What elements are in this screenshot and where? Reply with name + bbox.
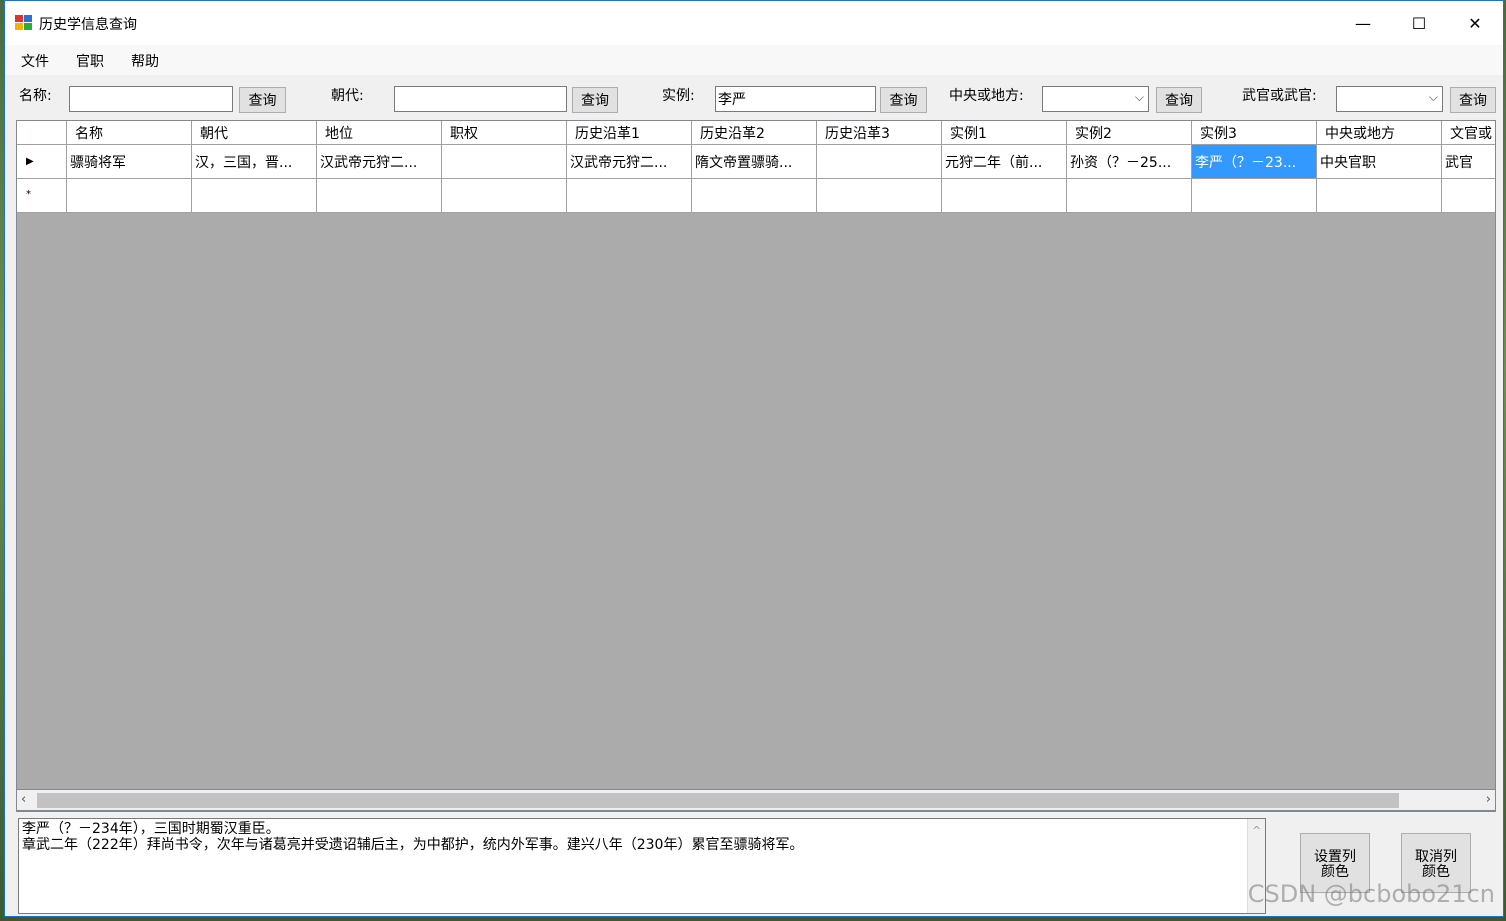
column-header[interactable]: 地位 [317, 121, 442, 145]
table-cell[interactable] [1192, 179, 1317, 213]
table-cell[interactable]: 汉武帝元狩二... [567, 145, 692, 179]
table-cell[interactable]: 中央官职 [1317, 145, 1442, 179]
table-cell[interactable]: 孙资（？－25... [1067, 145, 1192, 179]
new-row[interactable]: * [17, 179, 1495, 213]
column-header[interactable]: 实例1 [942, 121, 1067, 145]
app-icon [15, 15, 33, 31]
grid-header: 名称 朝代 地位 职权 历史沿革1 历史沿革2 历史沿革3 实例1 实例2 实例… [17, 121, 1495, 145]
minimize-button[interactable]: — [1335, 1, 1391, 45]
detail-line-1: 李严（？－234年），三国时期蜀汉重臣。 [22, 821, 280, 837]
column-header[interactable]: 实例3 [1192, 121, 1317, 145]
row-header[interactable]: * [17, 179, 67, 213]
table-cell[interactable] [67, 179, 192, 213]
chevron-down-icon: ⌵ [1134, 90, 1144, 104]
table-cell[interactable] [317, 179, 442, 213]
name-query-button[interactable]: 查询 [239, 87, 286, 113]
column-header[interactable]: 名称 [67, 121, 192, 145]
table-cell[interactable]: 骠骑将军 [67, 145, 192, 179]
table-cell[interactable] [817, 179, 942, 213]
military-query-button[interactable]: 查询 [1450, 87, 1496, 113]
main-window: 历史学信息查询 — ☐ ✕ 文件 官职 帮助 名称: 查询 朝代: 查询 实例:… [4, 0, 1504, 917]
central-select[interactable]: ⌵ [1042, 86, 1149, 112]
table-cell[interactable] [942, 179, 1067, 213]
chevron-down-icon: ⌵ [1428, 90, 1438, 104]
table-cell[interactable] [817, 145, 942, 179]
row-header-corner [17, 121, 67, 145]
table-cell[interactable] [692, 179, 817, 213]
table-cell[interactable] [442, 145, 567, 179]
column-header[interactable]: 历史沿革1 [567, 121, 692, 145]
new-row-icon: * [26, 189, 31, 200]
detail-line-2: 章武二年（222年）拜尚书令，次年与诸葛亮并受遗诏辅后主，为中都护，统内外军事。… [22, 837, 804, 853]
dynasty-label: 朝代: [331, 88, 364, 104]
table-cell[interactable]: 汉，三国，晋... [192, 145, 317, 179]
dynasty-input[interactable] [394, 86, 567, 112]
row-header[interactable]: ▶ [17, 145, 67, 179]
military-label: 武官或武官: [1242, 88, 1317, 104]
table-row[interactable]: ▶ 骠骑将军 汉，三国，晋... 汉武帝元狩二... 汉武帝元狩二... 隋文帝… [17, 145, 1495, 179]
scroll-up-icon[interactable]: ^ [1252, 823, 1261, 839]
table-cell[interactable]: 武官 [1442, 145, 1495, 179]
military-select[interactable]: ⌵ [1336, 86, 1443, 112]
column-header[interactable]: 中央或地方 [1317, 121, 1442, 145]
maximize-button[interactable]: ☐ [1391, 1, 1447, 45]
scroll-left-icon[interactable]: ‹ [21, 792, 26, 807]
example-label: 实例: [662, 88, 695, 104]
scroll-right-icon[interactable]: › [1486, 792, 1491, 807]
table-cell[interactable] [442, 179, 567, 213]
column-header[interactable]: 职权 [442, 121, 567, 145]
watermark: CSDN @bcbobo21cn [1247, 880, 1495, 908]
dynasty-query-button[interactable]: 查询 [572, 87, 618, 113]
column-header[interactable]: 朝代 [192, 121, 317, 145]
scroll-thumb[interactable] [37, 793, 1399, 808]
example-input[interactable] [715, 86, 876, 112]
table-cell[interactable]: 汉武帝元狩二... [317, 145, 442, 179]
column-header[interactable]: 实例2 [1067, 121, 1192, 145]
menu-help[interactable]: 帮助 [131, 51, 159, 71]
table-cell[interactable] [567, 179, 692, 213]
title-bar: 历史学信息查询 — ☐ ✕ [5, 1, 1503, 45]
menu-bar: 文件 官职 帮助 [5, 45, 1503, 75]
table-cell[interactable]: 隋文帝置骠骑... [692, 145, 817, 179]
detail-textarea[interactable]: 李严（？－234年），三国时期蜀汉重臣。 章武二年（222年）拜尚书令，次年与诸… [18, 818, 1266, 914]
name-input[interactable] [69, 86, 233, 112]
column-header[interactable]: 历史沿革3 [817, 121, 942, 145]
table-cell[interactable] [1442, 179, 1495, 213]
window-title: 历史学信息查询 [39, 17, 137, 33]
data-grid[interactable]: 名称 朝代 地位 职权 历史沿革1 历史沿革2 历史沿革3 实例1 实例2 实例… [16, 120, 1496, 812]
current-row-icon: ▶ [26, 156, 34, 167]
column-header[interactable]: 文官或 [1442, 121, 1495, 145]
column-header[interactable]: 历史沿革2 [692, 121, 817, 145]
table-cell[interactable] [192, 179, 317, 213]
table-cell[interactable] [1067, 179, 1192, 213]
central-query-button[interactable]: 查询 [1156, 87, 1202, 113]
name-label: 名称: [19, 88, 52, 104]
menu-office[interactable]: 官职 [76, 51, 104, 71]
menu-file[interactable]: 文件 [21, 51, 49, 71]
selected-table-cell[interactable]: 李严（？－23... [1192, 145, 1317, 179]
close-button[interactable]: ✕ [1447, 1, 1503, 45]
table-cell[interactable]: 元狩二年（前... [942, 145, 1067, 179]
table-cell[interactable] [1317, 179, 1442, 213]
example-query-button[interactable]: 查询 [880, 87, 927, 113]
central-label: 中央或地方: [949, 88, 1024, 104]
horizontal-scrollbar[interactable]: ‹ › [16, 789, 1496, 811]
